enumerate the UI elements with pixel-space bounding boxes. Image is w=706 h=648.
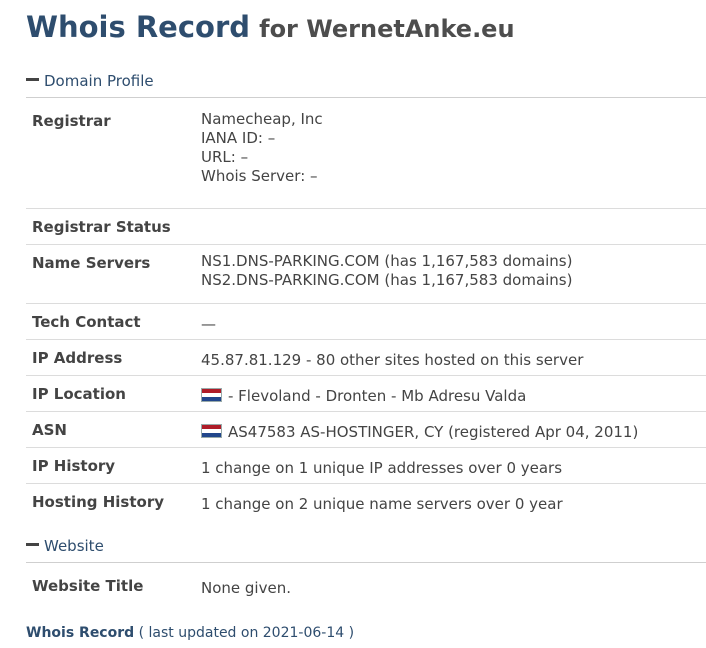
table-row-website-title: Website Title None given.	[26, 568, 706, 604]
section-header-website[interactable]: Website	[26, 536, 706, 563]
page-title-main: Whois Record	[26, 10, 251, 44]
table-row-hosting-history: Hosting History 1 change on 2 unique nam…	[26, 484, 706, 520]
ip-location-text: - Flevoland - Dronten - Mb Adresu Valda	[228, 387, 527, 405]
row-label: IP History	[32, 457, 116, 475]
row-value: 45.87.81.129 - 80 other sites hosted on …	[201, 351, 584, 369]
row-label: Website Title	[32, 577, 144, 595]
netherlands-flag-icon	[201, 387, 222, 402]
table-row-registrar: Registrar Namecheap, Inc IANA ID: – URL:…	[26, 103, 706, 209]
section-label-domain-profile[interactable]: Domain Profile	[44, 72, 154, 90]
section-header-domain-profile[interactable]: Domain Profile	[26, 71, 706, 98]
row-value: 1 change on 1 unique IP addresses over 0…	[201, 459, 563, 477]
row-label: Hosting History	[32, 493, 165, 511]
row-value: - Flevoland - Dronten - Mb Adresu Valda	[201, 385, 526, 408]
netherlands-flag-icon	[201, 423, 222, 438]
registrar-whois-server: Whois Server: –	[201, 167, 318, 185]
table-row-name-servers: Name Servers NS1.DNS-PARKING.COM (has 1,…	[26, 245, 706, 304]
row-value: 1 change on 2 unique name servers over 0…	[201, 495, 563, 513]
table-row-ip-history: IP History 1 change on 1 unique IP addre…	[26, 448, 706, 484]
table-row-registrar-status: Registrar Status	[26, 209, 706, 245]
row-label: Tech Contact	[32, 313, 141, 331]
table-row-ip-location: IP Location - Flevoland - Dronten - Mb A…	[26, 376, 706, 412]
section-label-website[interactable]: Website	[44, 537, 104, 555]
collapse-minus-icon[interactable]	[26, 543, 39, 546]
whois-record-link[interactable]: Whois Record	[26, 625, 134, 641]
row-value: NS1.DNS-PARKING.COM (has 1,167,583 domai…	[201, 252, 573, 292]
page-title-domain: for WernetAnke.eu	[259, 15, 515, 43]
row-label: Registrar	[32, 112, 111, 130]
row-value: —	[201, 315, 216, 333]
name-server-2: NS2.DNS-PARKING.COM (has 1,167,583 domai…	[201, 271, 573, 289]
website-table: Website Title None given.	[26, 568, 706, 604]
row-label: ASN	[32, 421, 67, 439]
row-value: None given.	[201, 579, 291, 597]
row-label: Registrar Status	[32, 218, 171, 236]
domain-profile-table: Registrar Namecheap, Inc IANA ID: – URL:…	[26, 103, 706, 520]
row-value: Namecheap, Inc IANA ID: – URL: – Whois S…	[201, 110, 323, 188]
row-value: AS47583 AS-HOSTINGER, CY (registered Apr…	[201, 421, 638, 444]
row-label: IP Address	[32, 349, 123, 367]
page-title: Whois Record for WernetAnke.eu	[26, 10, 515, 44]
last-updated-text: ( last updated on 2021-06-14 )	[138, 625, 355, 641]
collapse-minus-icon[interactable]	[26, 78, 39, 81]
table-row-asn: ASN AS47583 AS-HOSTINGER, CY (registered…	[26, 412, 706, 448]
table-row-ip-address: IP Address 45.87.81.129 - 80 other sites…	[26, 340, 706, 376]
row-label: IP Location	[32, 385, 126, 403]
asn-text: AS47583 AS-HOSTINGER, CY (registered Apr…	[228, 423, 639, 441]
table-row-tech-contact: Tech Contact —	[26, 304, 706, 340]
row-label: Name Servers	[32, 254, 151, 272]
footer-last-updated: Whois Record ( last updated on 2021-06-1…	[26, 625, 354, 641]
